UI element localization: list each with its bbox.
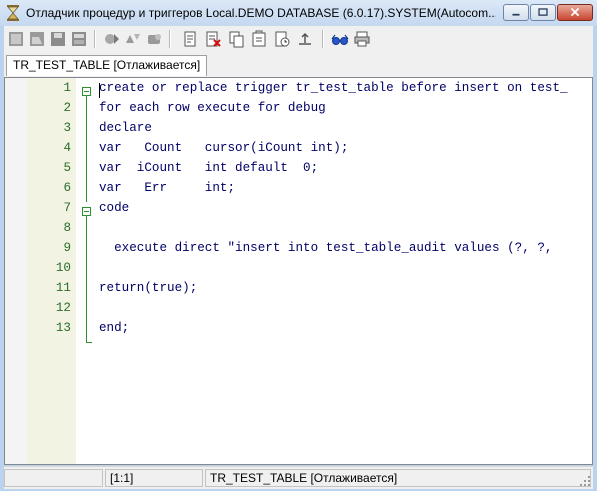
fold-guide — [86, 216, 87, 343]
toolbar-separator — [94, 30, 96, 48]
line-number: 2 — [63, 101, 71, 115]
run-icon[interactable] — [102, 29, 122, 49]
line-number: 7 — [63, 201, 71, 215]
status-bar: [1:1] TR_TEST_TABLE [Отлаживается] — [4, 466, 593, 489]
toolbar-separator — [322, 30, 324, 48]
paste-icon[interactable] — [249, 29, 269, 49]
fold-collapse-icon[interactable] — [82, 87, 91, 96]
window-title: Отладчик процедур и триггеров Local.DEMO… — [26, 6, 496, 20]
line-number: 9 — [63, 241, 71, 255]
code-line[interactable]: var Err int; — [99, 181, 235, 195]
status-object: TR_TEST_TABLE [Отлаживается] — [205, 469, 591, 487]
code-line[interactable]: return(true); — [99, 281, 197, 295]
code-line[interactable]: code — [99, 201, 129, 215]
watch-icon[interactable] — [272, 29, 292, 49]
resize-grip-icon[interactable] — [579, 475, 591, 487]
document-icon[interactable] — [180, 29, 200, 49]
print-icon[interactable] — [352, 29, 372, 49]
line-number: 6 — [63, 181, 71, 195]
line-number: 8 — [63, 221, 71, 235]
close-button[interactable] — [557, 4, 593, 21]
tab-tr-test-table[interactable]: TR_TEST_TABLE [Отлаживается] — [6, 55, 208, 76]
line-number: 4 — [63, 141, 71, 155]
hourglass-icon — [6, 5, 20, 21]
step-into-icon[interactable] — [123, 29, 143, 49]
delete-breakpoint-icon[interactable] — [203, 29, 223, 49]
toolbar — [4, 26, 593, 54]
toolbar-separator — [169, 30, 171, 48]
code-line[interactable]: var iCount int default 0; — [99, 161, 318, 175]
maximize-button[interactable] — [530, 4, 556, 21]
code-line[interactable]: declare — [99, 121, 152, 135]
line-number: 12 — [55, 301, 71, 315]
code-line[interactable]: end; — [99, 321, 129, 335]
line-number: 1 — [63, 81, 71, 95]
minimize-button[interactable] — [503, 4, 529, 21]
step-out-icon[interactable] — [295, 29, 315, 49]
code-line[interactable]: for each row execute for debug — [99, 101, 326, 115]
line-number: 13 — [55, 321, 71, 335]
new-icon[interactable] — [6, 29, 26, 49]
line-number: 3 — [63, 121, 71, 135]
fold-end-marker — [86, 342, 92, 343]
code-line[interactable]: create or replace trigger tr_test_table … — [99, 81, 568, 95]
cursor-position: [1:1] — [105, 469, 203, 487]
code-line[interactable]: var Count cursor(iCount int); — [99, 141, 348, 155]
breakpoint-gutter[interactable] — [5, 78, 27, 464]
fold-collapse-icon[interactable] — [82, 207, 91, 216]
tab-bar: TR_TEST_TABLE [Отлаживается] — [4, 53, 593, 77]
step-over-icon[interactable] — [144, 29, 164, 49]
save-all-icon[interactable] — [69, 29, 89, 49]
text-cursor — [99, 83, 100, 98]
code-editor[interactable]: 1 2 3 4 5 6 7 8 9 10 11 12 13 create or … — [4, 77, 593, 465]
line-number: 10 — [55, 261, 71, 275]
status-empty-cell — [4, 469, 103, 487]
copy-icon[interactable] — [226, 29, 246, 49]
fold-guide — [86, 96, 87, 202]
eyeglasses-icon[interactable] — [330, 29, 350, 49]
line-number: 11 — [55, 281, 71, 295]
title-bar[interactable]: Отладчик процедур и триггеров Local.DEMO… — [0, 0, 597, 26]
debugger-window: Отладчик процедур и триггеров Local.DEMO… — [0, 0, 597, 491]
open-icon[interactable] — [27, 29, 47, 49]
code-line[interactable]: execute direct "insert into test_table_a… — [99, 241, 552, 255]
save-icon[interactable] — [48, 29, 68, 49]
line-number: 5 — [63, 161, 71, 175]
